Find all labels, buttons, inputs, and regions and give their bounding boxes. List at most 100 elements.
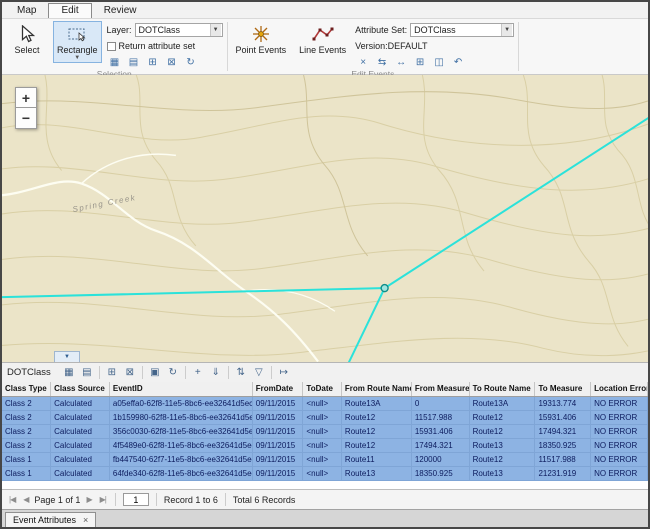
select-features-icon[interactable]: ▦ xyxy=(107,55,123,69)
column-header[interactable]: From Route Name xyxy=(341,382,411,397)
line-events-label: Line Events xyxy=(299,45,346,55)
line-events-button[interactable]: Line Events xyxy=(295,21,350,57)
previous-page-button[interactable]: ◀ xyxy=(21,495,30,504)
select-tool-label: Select xyxy=(14,45,39,55)
table-row[interactable]: Class 1Calculated64fde340-62f8-11e5-8bc6… xyxy=(2,467,648,481)
save-edits-icon[interactable]: ▣ xyxy=(146,364,164,380)
table-cell: Route12 xyxy=(469,453,535,467)
merge-events-icon[interactable]: ⇆ xyxy=(374,55,390,69)
select-by-attributes-icon[interactable]: ⊞ xyxy=(145,55,161,69)
layer-combobox[interactable]: DOTClass ▼ xyxy=(135,23,223,37)
rectangle-dropdown-icon[interactable]: ▼ xyxy=(74,55,80,61)
overlay-events-icon[interactable]: ◫ xyxy=(431,55,447,69)
zoom-out-button[interactable]: − xyxy=(15,108,37,129)
clear-selection-icon[interactable]: ⊠ xyxy=(164,55,180,69)
attribute-set-combobox[interactable]: DOTClass ▼ xyxy=(410,23,514,37)
record-range-text: Record 1 to 6 xyxy=(164,495,218,505)
layer-combo-arrow-icon[interactable]: ▼ xyxy=(210,24,221,36)
table-cell: NO ERROR xyxy=(591,453,648,467)
table-cell: Calculated xyxy=(51,425,110,439)
split-event-icon[interactable]: × xyxy=(355,55,371,69)
table-cell: Route13 xyxy=(341,467,411,481)
tab-map[interactable]: Map xyxy=(5,4,48,18)
table-options-icon[interactable]: ▤ xyxy=(78,364,96,380)
table-row[interactable]: Class 2Calculated356c0030-62f8-11e5-8bc6… xyxy=(2,425,648,439)
map-canvas[interactable]: Spring Creek + − ▼ xyxy=(2,75,648,362)
refresh-icon[interactable]: ↻ xyxy=(164,364,182,380)
column-header[interactable]: EventID xyxy=(109,382,252,397)
table-cell: a05effa0-62f8-11e5-8bc6-ee32641d5ec9 xyxy=(109,397,252,411)
column-header[interactable]: ToDate xyxy=(303,382,342,397)
select-cursor-icon xyxy=(20,23,35,45)
toolbar-separator xyxy=(185,366,186,379)
attribute-set-label: Attribute Set: xyxy=(355,25,407,35)
rectangle-select-icon xyxy=(67,23,87,45)
table-pager: |◀ ◀ Page 1 of 1 ▶ ▶| Record 1 to 6 Tota… xyxy=(2,489,648,509)
collapse-panel-button[interactable]: ▼ xyxy=(54,351,80,362)
route-line-west[interactable] xyxy=(2,288,385,297)
point-events-button[interactable]: Point Events xyxy=(232,21,291,57)
return-attribute-set-checkbox[interactable] xyxy=(107,42,116,51)
tab-review[interactable]: Review xyxy=(92,4,149,18)
route-line-south[interactable] xyxy=(347,288,385,361)
table-row[interactable]: Class 2Calculateda05effa0-62f8-11e5-8bc6… xyxy=(2,397,648,411)
add-record-icon[interactable]: + xyxy=(189,364,207,380)
last-page-button[interactable]: ▶| xyxy=(98,495,108,504)
table-row[interactable]: Class 2Calculated4f5489e0-62f8-11e5-8bc6… xyxy=(2,439,648,453)
attribute-set-combo-arrow-icon[interactable]: ▼ xyxy=(501,24,512,36)
table-cell: 1b159980-62f8-11e5-8bc6-ee32641d5ec9 xyxy=(109,411,252,425)
table-row[interactable]: Class 2Calculated1b159980-62f8-11e5-8bc6… xyxy=(2,411,648,425)
table-cell: Route13A xyxy=(341,397,411,411)
zoom-in-button[interactable]: + xyxy=(15,87,37,108)
column-header[interactable]: FromDate xyxy=(252,382,303,397)
table-cell: 09/11/2015 xyxy=(252,453,303,467)
clear-selection-icon[interactable]: ⊠ xyxy=(121,364,139,380)
export-records-icon[interactable]: ⇓ xyxy=(207,364,225,380)
sort-records-icon[interactable]: ⇅ xyxy=(232,364,250,380)
table-cell: 18350.925 xyxy=(411,467,469,481)
route-lines[interactable] xyxy=(2,118,648,361)
table-cell: 64fde340-62f8-11e5-8bc6-ee32641d5ec9 xyxy=(109,467,252,481)
snap-event-icon[interactable]: ⊞ xyxy=(412,55,428,69)
event-attributes-tab-label: Event Attributes xyxy=(13,515,76,525)
refresh-selection-icon[interactable]: ↻ xyxy=(183,55,199,69)
selection-options-icon[interactable]: ▦ xyxy=(60,364,78,380)
table-row[interactable]: Class 1Calculatedfb447540-62f7-11e5-8bc6… xyxy=(2,453,648,467)
close-tab-icon[interactable]: × xyxy=(83,515,88,525)
next-page-button[interactable]: ▶ xyxy=(84,495,93,504)
return-attribute-set-label: Return attribute set xyxy=(119,41,196,51)
undo-edit-icon[interactable]: ↶ xyxy=(450,55,466,69)
tab-edit[interactable]: Edit xyxy=(48,3,91,18)
column-header[interactable]: Class Source xyxy=(51,382,110,397)
table-cell: NO ERROR xyxy=(591,411,648,425)
rectangle-tool-button[interactable]: Rectangle ▼ xyxy=(53,21,102,63)
column-header[interactable]: To Measure xyxy=(535,382,591,397)
column-header[interactable]: From Measure xyxy=(411,382,469,397)
table-cell: NO ERROR xyxy=(591,425,648,439)
point-events-icon xyxy=(251,23,271,45)
page-count-text: Page 1 of 1 xyxy=(34,495,80,505)
layer-label: Layer: xyxy=(107,25,132,35)
route-junction-marker[interactable] xyxy=(381,285,388,292)
filter-records-icon[interactable]: ▽ xyxy=(250,364,268,380)
tab-event-attributes[interactable]: Event Attributes × xyxy=(5,512,96,527)
table-cell: Calculated xyxy=(51,453,110,467)
table-cell: Route12 xyxy=(469,425,535,439)
selection-tools-iconrow: ▦▤⊞⊠↻ xyxy=(107,55,223,69)
attributes-window-icon[interactable]: ▤ xyxy=(126,55,142,69)
table-cell: Route12 xyxy=(341,439,411,453)
select-tool-button[interactable]: Select xyxy=(6,21,48,57)
table-cell: 09/11/2015 xyxy=(252,397,303,411)
table-cell: Route11 xyxy=(341,453,411,467)
table-cell: NO ERROR xyxy=(591,467,648,481)
page-number-input[interactable] xyxy=(123,493,149,506)
extend-event-icon[interactable]: ↔ xyxy=(393,55,409,69)
column-header[interactable]: To Route Name xyxy=(469,382,535,397)
go-to-measure-icon[interactable]: ↦ xyxy=(275,364,293,380)
column-header[interactable]: Location Error xyxy=(591,382,648,397)
column-header[interactable]: Class Type xyxy=(2,382,51,397)
first-page-button[interactable]: |◀ xyxy=(7,495,17,504)
toolbar-separator xyxy=(99,366,100,379)
select-all-icon[interactable]: ⊞ xyxy=(103,364,121,380)
route-line-northeast[interactable] xyxy=(385,118,648,288)
